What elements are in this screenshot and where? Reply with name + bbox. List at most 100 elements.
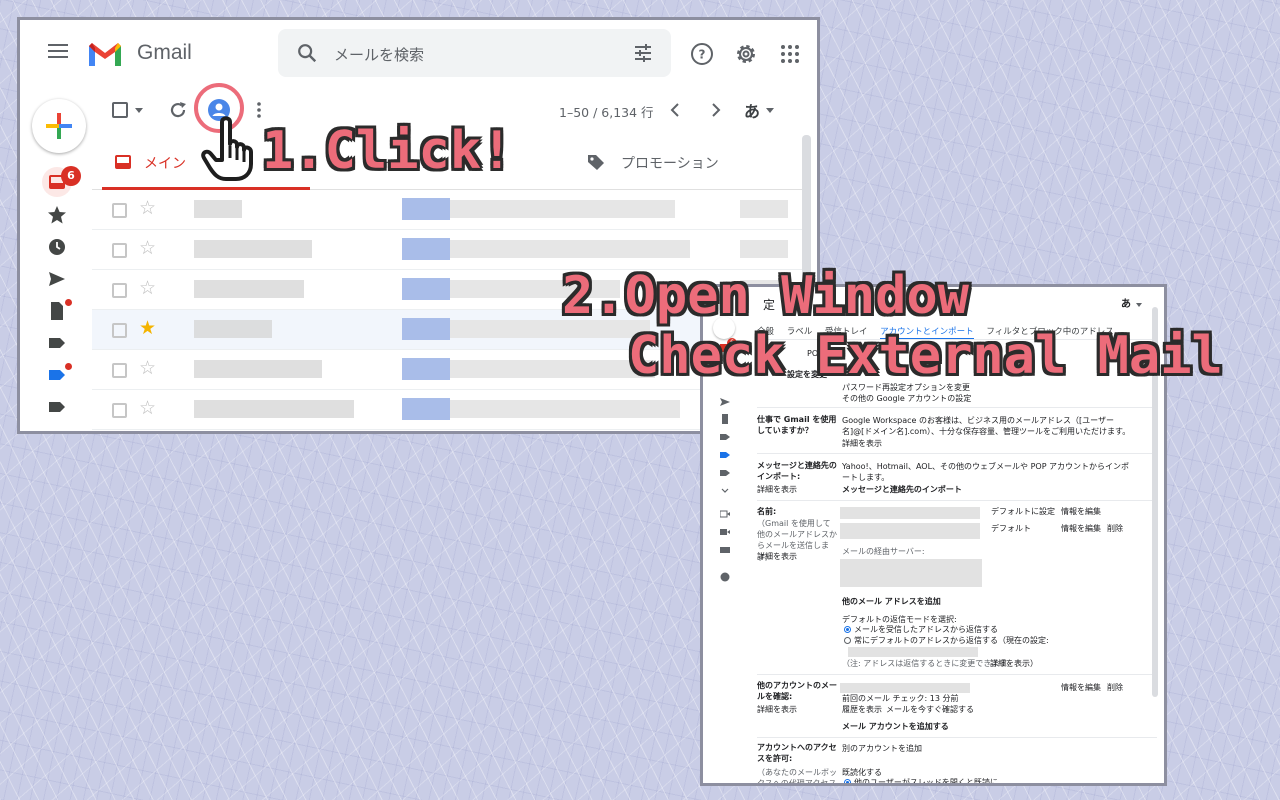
drafts-icon[interactable]	[720, 414, 730, 424]
redacted-block	[402, 238, 450, 260]
check-details-link[interactable]: 詳細を表示	[757, 704, 797, 715]
label-dot	[65, 363, 72, 370]
label-icon[interactable]	[47, 397, 67, 417]
divider	[757, 500, 1157, 501]
send-as-details-link[interactable]: 詳細を表示	[757, 551, 797, 562]
check-mail-now-link[interactable]: メールを今すぐ確認する	[886, 704, 974, 715]
edit-info-link[interactable]: 情報を編集	[1061, 523, 1101, 534]
reply-radio-default[interactable]	[844, 637, 851, 644]
import-details-link[interactable]: 詳細を表示	[757, 484, 797, 495]
star-icon[interactable]: ☆	[139, 279, 156, 298]
search-icon[interactable]	[296, 42, 318, 64]
gmail-logo-icon[interactable]	[86, 40, 124, 68]
email-row[interactable]: ☆	[92, 390, 802, 430]
add-another-account-link[interactable]: 別のアカウントを追加	[842, 743, 922, 754]
compose-button[interactable]	[32, 99, 86, 153]
compose-plus-icon	[46, 113, 72, 139]
delete-link[interactable]: 削除	[1107, 682, 1123, 693]
input-tools-dropdown-icon[interactable]	[766, 108, 774, 113]
via-server-label: メールの経由サーバー:	[842, 547, 925, 556]
chevron-down-icon[interactable]	[720, 486, 730, 496]
view-history-link[interactable]: 履歴を表示	[842, 704, 882, 715]
help-icon[interactable]: ?	[690, 42, 714, 66]
star-icon[interactable]: ☆	[139, 239, 156, 258]
mark-read-radio[interactable]	[844, 779, 851, 783]
label-icon[interactable]	[47, 333, 67, 353]
row-checkbox[interactable]	[112, 283, 127, 298]
settings-input-tools[interactable]: あ	[1121, 298, 1131, 312]
select-all-checkbox[interactable]	[112, 102, 128, 118]
star-icon[interactable]: ☆	[139, 359, 156, 378]
row-checkbox[interactable]	[112, 403, 127, 418]
tab-promotions[interactable]: プロモーション	[577, 136, 797, 190]
refresh-icon[interactable]	[168, 100, 188, 120]
pointing-hand-icon	[201, 116, 253, 181]
label-blue-icon[interactable]	[720, 450, 730, 460]
chevron-down-icon[interactable]	[1136, 303, 1142, 307]
sent-icon[interactable]	[720, 397, 730, 407]
row-checkbox[interactable]	[112, 243, 127, 258]
star-icon[interactable]: ☆	[139, 199, 156, 218]
redacted-server	[840, 559, 982, 587]
mark-read-option: 他のユーザーがスレッドを開くと既読に	[854, 778, 998, 786]
email-row[interactable]: ☆	[92, 190, 802, 230]
add-mail-account-link[interactable]: メール アカウントを追加する	[842, 721, 949, 732]
email-row[interactable]: ☆	[92, 230, 802, 270]
star-icon[interactable]: ★	[139, 319, 156, 338]
meet-icon[interactable]	[720, 527, 730, 537]
reply-option-default: 常にデフォルトのアドレスから返信する（現在の設定:	[854, 636, 1049, 645]
add-other-address-link[interactable]: 他のメール アドレスを追加	[842, 596, 941, 607]
chevron-right-icon[interactable]	[706, 101, 724, 119]
select-dropdown-icon[interactable]	[135, 108, 143, 113]
label-blue-icon[interactable]	[47, 365, 67, 385]
work-gmail-label: 仕事で Gmail を使用していますか？	[757, 415, 837, 435]
apps-grid-icon[interactable]	[778, 42, 802, 66]
redacted-subject	[450, 360, 655, 378]
search-options-icon[interactable]	[633, 43, 653, 63]
delete-link[interactable]: 削除	[1107, 523, 1123, 534]
pagination-text: 1–50 / 6,134 行	[559, 105, 654, 120]
tag-icon	[588, 155, 604, 170]
redacted-subject	[450, 200, 675, 218]
video-icon[interactable]	[720, 509, 730, 519]
row-checkbox[interactable]	[112, 363, 127, 378]
edit-info-link[interactable]: 情報を編集	[1061, 682, 1101, 693]
row-checkbox[interactable]	[112, 323, 127, 338]
svg-text:?: ?	[699, 48, 706, 62]
app-name: Gmail	[137, 41, 192, 64]
redacted-name	[840, 507, 980, 519]
starred-icon[interactable]	[47, 205, 67, 225]
star-icon[interactable]: ☆	[139, 399, 156, 418]
chevron-left-icon[interactable]	[667, 101, 685, 119]
edit-info-link[interactable]: 情報を編集	[1061, 506, 1101, 517]
label-icon[interactable]	[720, 468, 730, 478]
input-tools-button[interactable]: あ	[744, 98, 760, 122]
workspace-details-link[interactable]: 詳細を表示	[842, 438, 882, 449]
sent-icon[interactable]	[47, 269, 67, 289]
tab-promotions-label: プロモーション	[621, 156, 719, 172]
main-menu-icon[interactable]	[48, 44, 68, 58]
search-bar[interactable]: メールを検索	[278, 29, 671, 77]
keyboard-icon[interactable]	[720, 545, 730, 555]
gmail-header: Gmail メールを検索 ?	[20, 20, 817, 88]
settings-gear-icon[interactable]	[734, 42, 758, 66]
reply-details-link[interactable]: 詳細を表示）	[990, 658, 1038, 669]
drafts-icon[interactable]	[47, 301, 67, 321]
label-icon[interactable]	[720, 432, 730, 442]
reply-radio-received[interactable]	[844, 626, 851, 633]
search-input[interactable]: メールを検索	[334, 44, 424, 65]
inbox-unread-badge: 6	[61, 166, 81, 186]
redacted-default-address	[848, 647, 978, 657]
chat-icon[interactable]	[720, 572, 730, 582]
step1-annotation: 1.Click!	[262, 121, 513, 181]
make-default-link[interactable]: デフォルトに設定	[991, 506, 1055, 517]
google-account-settings-link[interactable]: その他の Google アカウントの設定	[842, 393, 971, 404]
snoozed-clock-icon[interactable]	[47, 237, 67, 257]
row-checkbox[interactable]	[112, 203, 127, 218]
import-mail-contacts-link[interactable]: メッセージと連絡先のインポート	[842, 484, 962, 495]
divider	[757, 737, 1157, 738]
redacted-subject	[450, 400, 680, 418]
redacted-block	[402, 358, 450, 380]
check-mail-label: 他のアカウントのメールを確認:	[757, 681, 837, 701]
redacted-address	[840, 523, 980, 539]
